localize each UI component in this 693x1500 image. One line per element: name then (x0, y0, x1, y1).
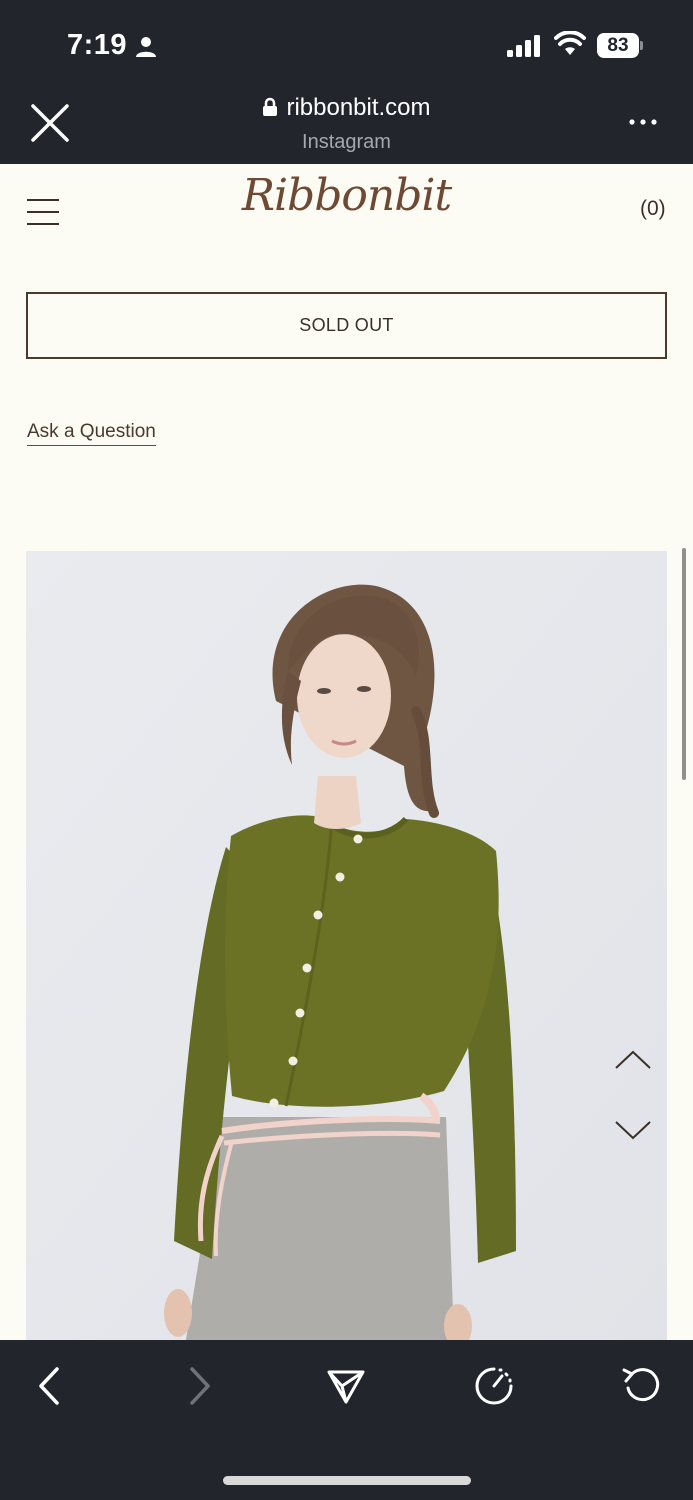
battery-percent: 83 (607, 35, 629, 56)
status-time: 7:19 (67, 29, 128, 61)
speed-icon[interactable] (474, 1366, 514, 1406)
signal-icon (507, 35, 540, 57)
back-icon[interactable] (30, 1366, 70, 1406)
share-icon[interactable] (326, 1366, 366, 1406)
forward-icon[interactable] (179, 1366, 219, 1406)
reload-icon[interactable] (622, 1366, 662, 1406)
lock-icon (263, 97, 278, 116)
battery-indicator: 83 (597, 33, 643, 58)
ask-question-link[interactable]: Ask a Question (27, 421, 156, 446)
chevron-up-icon[interactable] (614, 1048, 652, 1072)
chevron-down-icon[interactable] (614, 1118, 652, 1142)
sold-out-button[interactable]: SOLD OUT (26, 292, 667, 359)
product-photo-illustration (26, 551, 667, 1340)
source-label: Instagram (302, 131, 391, 153)
person-icon (136, 37, 156, 57)
url-bar[interactable]: ribbonbit.com (0, 94, 693, 122)
product-photo[interactable] (26, 551, 667, 1340)
home-indicator[interactable] (223, 1476, 471, 1485)
url-text: ribbonbit.com (286, 94, 431, 121)
cart-count[interactable]: (0) (640, 197, 666, 221)
wifi-icon (554, 31, 586, 55)
more-icon[interactable] (628, 117, 658, 127)
site-logo[interactable]: Ribbonbit (0, 170, 693, 221)
scrollbar[interactable] (682, 548, 686, 780)
browser-header: 7:19 83 ribbonbit.com Instagram (0, 0, 693, 164)
